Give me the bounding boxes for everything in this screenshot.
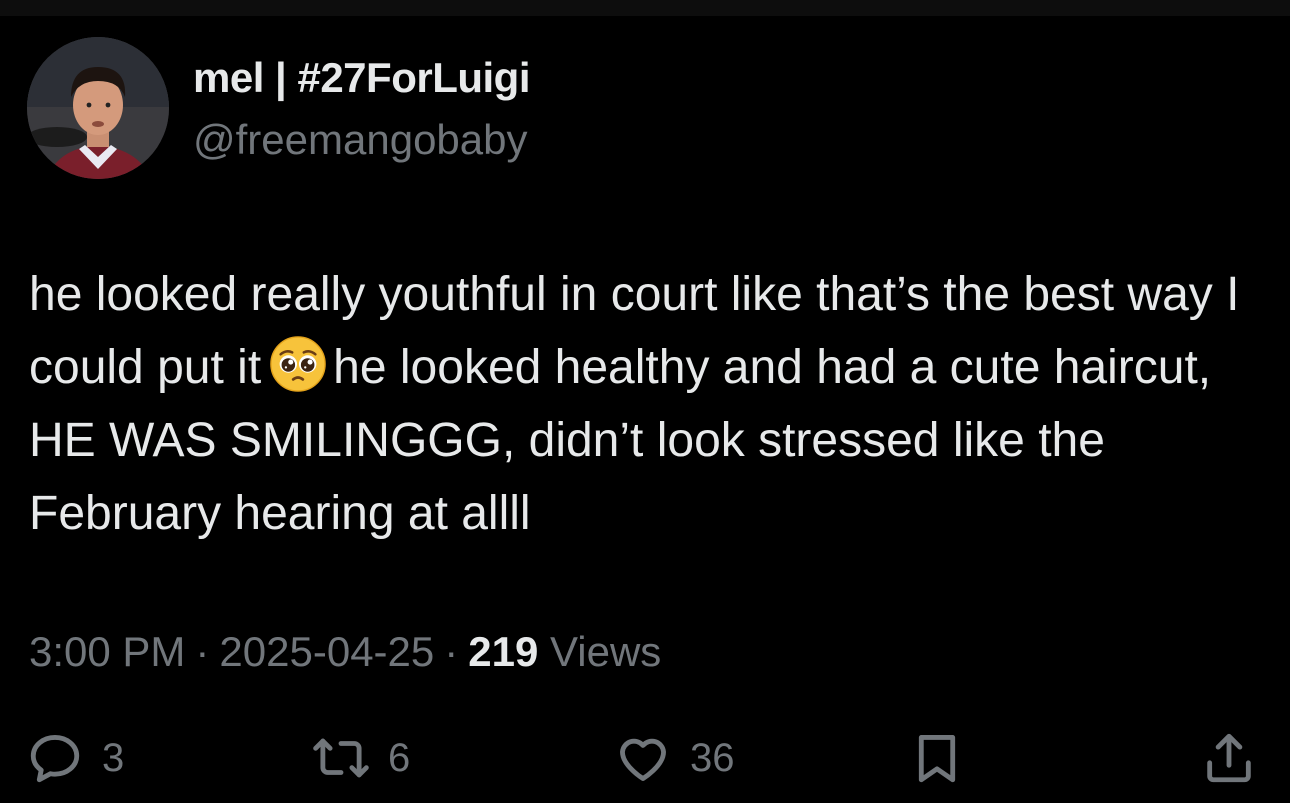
retweet-count: 6 bbox=[388, 735, 411, 780]
tweet-time[interactable]: 3:00 PM bbox=[29, 628, 185, 675]
tweet-text: he looked really youthful in court like … bbox=[29, 258, 1249, 550]
retweet-icon bbox=[313, 738, 369, 778]
reply-icon bbox=[30, 735, 80, 783]
tweet-date[interactable]: 2025-04-25 bbox=[219, 628, 434, 675]
bookmark-button[interactable] bbox=[908, 728, 966, 788]
like-button[interactable]: 36 bbox=[614, 728, 735, 788]
share-icon bbox=[1207, 733, 1251, 783]
views-label: Views bbox=[550, 628, 662, 675]
like-count: 36 bbox=[690, 735, 735, 780]
retweet-button[interactable]: 6 bbox=[312, 728, 410, 788]
views-count: 219 bbox=[468, 628, 539, 675]
like-icon bbox=[620, 738, 666, 781]
author-display-name[interactable]: mel | #27ForLuigi bbox=[193, 54, 531, 102]
author-handle[interactable]: @freemangobaby bbox=[193, 116, 528, 164]
meta-separator: · bbox=[195, 628, 210, 675]
tweet-meta: 3:00 PM · 2025-04-25 · 219 Views bbox=[29, 628, 661, 676]
pleading-face-emoji-icon bbox=[269, 335, 327, 393]
reply-button[interactable]: 3 bbox=[26, 728, 124, 788]
bookmark-icon bbox=[918, 735, 956, 783]
share-button[interactable] bbox=[1200, 728, 1258, 788]
tweet[interactable]: mel | #27ForLuigi @freemangobaby he look… bbox=[0, 0, 1290, 803]
meta-separator: · bbox=[444, 628, 459, 675]
avatar[interactable] bbox=[27, 37, 169, 179]
reply-count: 3 bbox=[102, 735, 125, 780]
avatar-image bbox=[27, 37, 169, 179]
